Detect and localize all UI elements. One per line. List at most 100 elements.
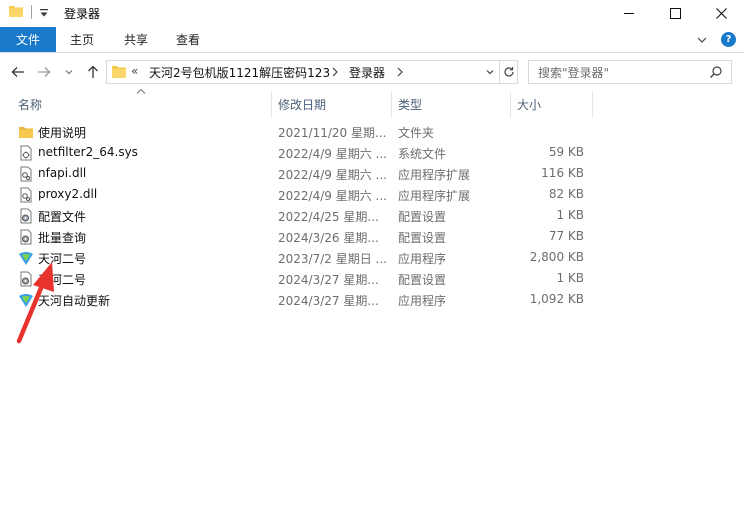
list-item[interactable]: netfilter2_64.sys 2022/4/9 星期六 ... 系统文件 … <box>14 143 594 164</box>
minimize-icon <box>623 12 634 14</box>
column-divider[interactable] <box>391 92 392 118</box>
file-date: 2024/3/26 星期... <box>278 231 379 245</box>
arrow-up-icon <box>88 65 98 78</box>
breadcrumb-segment[interactable]: 天河2号包机版1121解压密码123 <box>149 64 330 81</box>
recent-locations-button[interactable] <box>62 63 76 81</box>
file-date: 2022/4/25 星期... <box>278 210 379 224</box>
breadcrumb-segment[interactable]: 登录器 <box>349 64 385 81</box>
column-header-type[interactable]: 类型 <box>398 96 422 120</box>
chevron-down-icon <box>486 70 493 75</box>
dll-file-icon <box>20 166 32 182</box>
chevron-right-icon[interactable] <box>331 67 339 77</box>
maximize-icon <box>669 7 681 19</box>
search-box[interactable]: 搜索"登录器" <box>528 60 732 84</box>
file-name: 天河二号 <box>38 252 87 266</box>
app-icon <box>19 252 33 265</box>
file-name: 天河二号 <box>38 273 87 287</box>
file-date: 2022/4/9 星期六 ... <box>278 189 387 203</box>
app-icon <box>19 294 33 307</box>
column-divider[interactable] <box>510 92 511 118</box>
file-date: 2021/11/20 星期... <box>278 126 387 140</box>
folder-icon <box>112 66 126 78</box>
file-type: 配置设置 <box>398 210 447 224</box>
tab-view[interactable]: 查看 <box>166 27 210 52</box>
arrow-left-icon <box>11 67 24 77</box>
file-name: 配置文件 <box>38 210 87 224</box>
file-size: 116 KB <box>541 166 584 180</box>
file-name: 使用说明 <box>38 126 87 140</box>
list-item[interactable]: 天河二号 2024/3/27 星期... 配置设置 1 KB <box>14 269 594 290</box>
file-size: 82 KB <box>548 187 584 201</box>
column-divider[interactable] <box>592 92 593 118</box>
file-size: 1 KB <box>556 208 584 222</box>
up-button[interactable] <box>84 63 102 81</box>
chevron-right-icon[interactable] <box>396 67 404 77</box>
arrow-right-icon <box>38 67 51 77</box>
file-type: 配置设置 <box>398 273 447 287</box>
sort-ascending-icon <box>136 88 146 94</box>
file-type: 应用程序 <box>398 252 447 266</box>
ribbon: 文件 主页 共享 查看 ? <box>0 27 744 53</box>
file-name: nfapi.dll <box>38 166 87 180</box>
file-date: 2022/4/9 星期六 ... <box>278 168 387 182</box>
close-button[interactable] <box>698 0 744 26</box>
minimize-button[interactable] <box>606 0 652 26</box>
file-size: 1,092 KB <box>529 292 584 306</box>
config-file-icon <box>20 229 32 245</box>
file-date: 2022/4/9 星期六 ... <box>278 147 387 161</box>
search-input[interactable]: 搜索"登录器" <box>538 64 609 81</box>
file-size: 59 KB <box>548 145 584 159</box>
list-item[interactable]: 天河自动更新 2024/3/27 星期... 应用程序 1,092 KB <box>14 290 594 311</box>
close-icon <box>715 7 727 19</box>
system-file-icon <box>20 145 32 161</box>
forward-button[interactable] <box>35 63 53 81</box>
folder-icon <box>9 6 23 17</box>
refresh-icon <box>504 67 514 77</box>
title-bar: 登录器 <box>0 0 744 26</box>
maximize-button[interactable] <box>652 0 698 26</box>
tab-share[interactable]: 共享 <box>114 27 158 52</box>
column-header-size[interactable]: 大小 <box>517 96 541 120</box>
list-item[interactable]: 使用说明 2021/11/20 星期... 文件夹 <box>14 122 594 143</box>
list-item[interactable]: nfapi.dll 2022/4/9 星期六 ... 应用程序扩展 116 KB <box>14 164 594 185</box>
tab-file[interactable]: 文件 <box>0 27 56 52</box>
file-size: 77 KB <box>548 229 584 243</box>
refresh-button[interactable] <box>499 61 518 83</box>
window-title: 登录器 <box>64 7 101 21</box>
file-name: proxy2.dll <box>38 187 98 201</box>
file-name: netfilter2_64.sys <box>38 145 138 159</box>
search-icon[interactable] <box>709 65 723 79</box>
file-type: 配置设置 <box>398 231 447 245</box>
config-file-icon <box>20 271 32 287</box>
back-button[interactable] <box>9 63 27 81</box>
list-item[interactable]: 天河二号 2023/7/2 星期日 ... 应用程序 2,800 KB <box>14 248 594 269</box>
file-type: 系统文件 <box>398 147 447 161</box>
file-date: 2023/7/2 星期日 ... <box>278 252 387 266</box>
chevron-down-icon <box>65 70 73 75</box>
file-size: 1 KB <box>556 271 584 285</box>
list-item[interactable]: 配置文件 2022/4/25 星期... 配置设置 1 KB <box>14 206 594 227</box>
expand-ribbon-icon[interactable] <box>696 34 708 46</box>
folder-icon <box>19 127 33 138</box>
list-item[interactable]: 批量查询 2024/3/26 星期... 配置设置 77 KB <box>14 227 594 248</box>
address-overflow[interactable]: « <box>131 64 138 78</box>
file-type: 应用程序扩展 <box>398 189 471 203</box>
config-file-icon <box>20 208 32 224</box>
file-date: 2024/3/27 星期... <box>278 294 379 308</box>
address-bar[interactable]: « 天河2号包机版1121解压密码123 登录器 <box>106 60 518 84</box>
file-size: 2,800 KB <box>529 250 584 264</box>
column-header-name[interactable]: 名称 <box>18 96 42 120</box>
column-header-date[interactable]: 修改日期 <box>278 96 326 120</box>
file-type: 文件夹 <box>398 126 435 140</box>
list-item[interactable]: proxy2.dll 2022/4/9 星期六 ... 应用程序扩展 82 KB <box>14 185 594 206</box>
dll-file-icon <box>20 187 32 203</box>
file-name: 天河自动更新 <box>38 294 111 308</box>
column-divider[interactable] <box>271 92 272 118</box>
file-date: 2024/3/27 星期... <box>278 273 379 287</box>
quick-access-dropdown-icon[interactable] <box>38 7 50 19</box>
address-dropdown-button[interactable] <box>479 61 499 83</box>
file-type: 应用程序扩展 <box>398 168 471 182</box>
tab-home[interactable]: 主页 <box>60 27 104 52</box>
titlebar-divider <box>31 5 32 19</box>
help-button[interactable]: ? <box>721 32 736 47</box>
